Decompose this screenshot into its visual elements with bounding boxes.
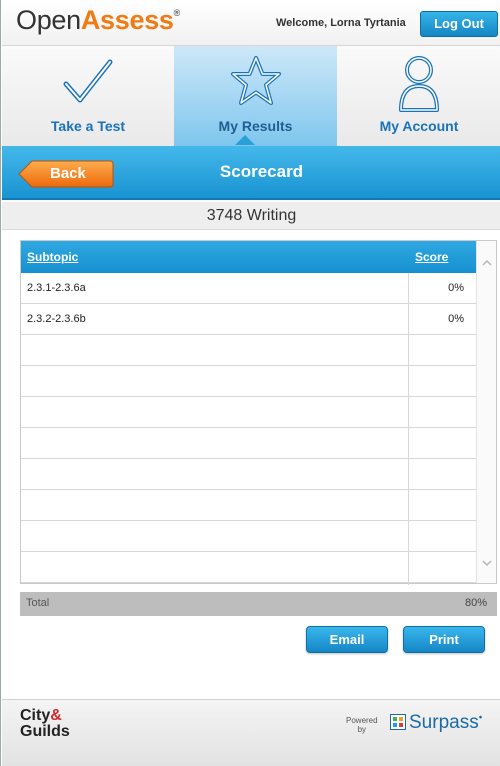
app-frame: OpenAssess® Welcome, Lorna Tyrtania Log … (0, 0, 500, 766)
city-and-guilds-logo: City& Guilds (20, 708, 70, 740)
logo-assess-text: Assess (80, 5, 174, 35)
table-scrollbar[interactable] (476, 241, 496, 583)
total-label: Total (26, 597, 50, 609)
powered-line-2: by (357, 725, 367, 734)
column-divider (408, 273, 409, 585)
tab-my-results-label: My Results (218, 118, 293, 134)
subtopic-cell: 2.3.2-2.3.6b (27, 313, 86, 325)
email-button[interactable]: Email (306, 626, 388, 653)
total-row: Total 80% (20, 592, 497, 616)
surpass-logo: Surpass• (390, 712, 482, 734)
header: OpenAssess® Welcome, Lorna Tyrtania Log … (2, 0, 500, 46)
column-header-score[interactable]: Score (415, 250, 448, 264)
scroll-up-icon[interactable] (481, 257, 493, 269)
surpass-mark: • (478, 712, 483, 724)
scroll-down-icon[interactable] (481, 557, 493, 569)
cg-city-text: City (20, 707, 51, 724)
logo-registered-mark: ® (173, 8, 181, 18)
subtopic-cell: 2.3.1-2.3.6a (27, 282, 86, 294)
surpass-text: Surpass (409, 712, 479, 733)
tab-my-results[interactable]: My Results (174, 46, 337, 146)
score-cell: 0% (448, 313, 464, 325)
person-icon (399, 56, 439, 112)
score-cell: 0% (448, 282, 464, 294)
page-title: Scorecard (219, 162, 304, 181)
logo-open-text: Open (16, 5, 81, 35)
total-value: 80% (464, 597, 487, 609)
active-tab-indicator (235, 135, 255, 145)
welcome-text: Welcome, Lorna Tyrtania (276, 17, 406, 29)
cg-ampersand: & (50, 707, 62, 724)
tab-my-account[interactable]: My Account (337, 46, 500, 146)
tab-my-account-label: My Account (379, 118, 459, 134)
openassess-logo: OpenAssess® (16, 5, 180, 36)
print-button[interactable]: Print (403, 626, 485, 653)
tab-take-a-test-label: Take a Test (50, 118, 126, 134)
tab-take-a-test[interactable]: Take a Test (2, 46, 174, 146)
main-nav: Take a Test My Results My Account (2, 46, 500, 146)
surpass-icon (390, 714, 406, 730)
table-header: Subtopic Score (21, 241, 476, 273)
logout-button[interactable]: Log Out (420, 11, 498, 37)
test-name: 3748 Writing (2, 202, 500, 230)
scorecard-table: Subtopic Score 2.3.1-2.3.6a 0% 2.3.2-2.3.6… (20, 240, 497, 585)
powered-by-text: Powered by (346, 716, 378, 734)
checkmark-icon (63, 59, 113, 103)
footer: City& Guilds Powered by Surpass• (2, 699, 500, 766)
title-bar: Back Scorecard (2, 146, 500, 200)
powered-line-1: Powered (346, 716, 378, 725)
star-icon (230, 56, 281, 105)
cg-guilds-text: Guilds (20, 723, 70, 740)
column-header-subtopic[interactable]: Subtopic (27, 250, 78, 264)
